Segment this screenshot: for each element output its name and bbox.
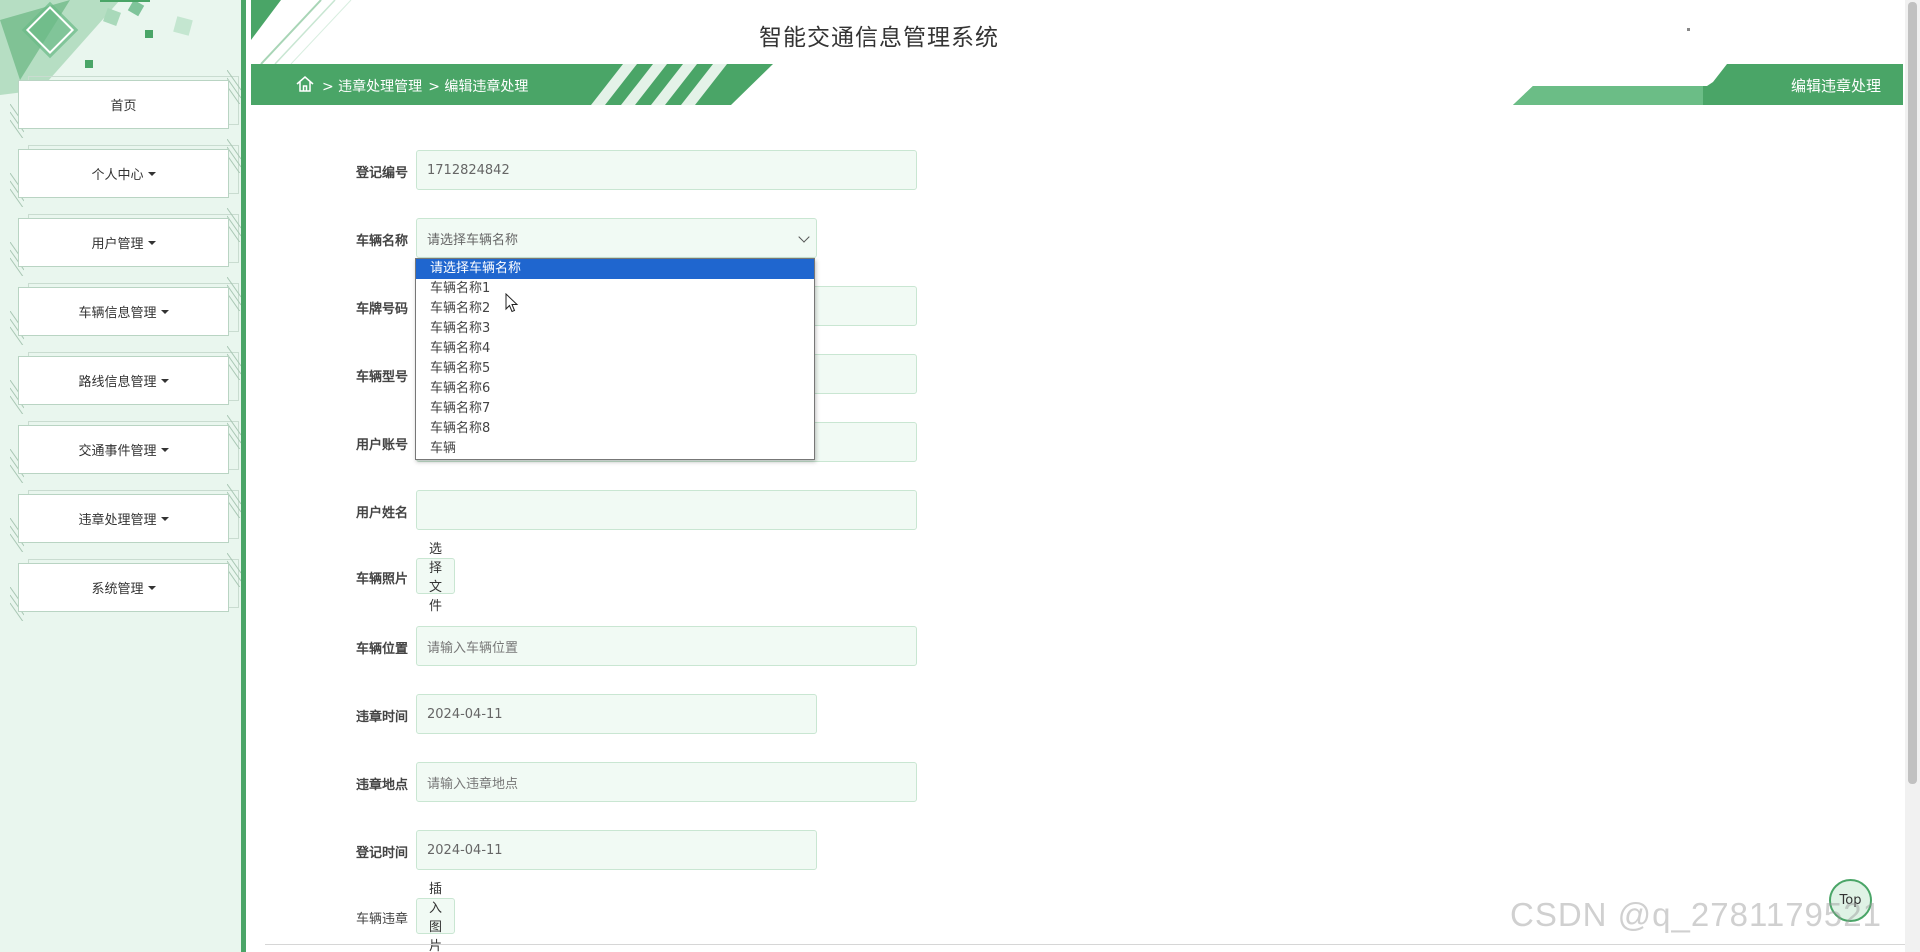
vehicle-location-input[interactable]: 请输入车辆位置	[416, 626, 917, 666]
mouse-cursor-icon	[505, 293, 519, 313]
dropdown-option[interactable]: 车辆名称7	[416, 399, 814, 419]
registration-no-value: 1712824842	[427, 162, 510, 178]
dropdown-option[interactable]: 车辆名称3	[416, 319, 814, 339]
nav-stripe-decoration	[227, 208, 241, 242]
nav-stripe-decoration	[227, 277, 241, 311]
sidebar-item-label: 系统管理	[91, 582, 144, 597]
vehicle-location-label: 车辆位置	[355, 642, 408, 657]
violation-time-label: 违章时间	[355, 710, 408, 725]
nav-stripe-decoration	[227, 70, 241, 104]
dropdown-option[interactable]: 请选择车辆名称	[416, 259, 814, 279]
sidebar-item-violation-management[interactable]: 违章处理管理	[10, 484, 241, 552]
form-bottom-divider	[265, 944, 1905, 952]
top-header: 智能交通信息管理系统	[251, 0, 1920, 64]
plate-no-label: 车牌号码	[355, 302, 408, 317]
watermark: CSDN @q_2781179521	[1510, 896, 1882, 933]
violation-place-label: 违章地点	[355, 778, 408, 793]
violation-place-input[interactable]: 请输入违章地点	[416, 762, 917, 802]
caret-down-icon	[160, 378, 169, 383]
breadcrumb-bar: > 违章处理管理 > 编辑违章处理 编辑违章处理	[251, 64, 1903, 105]
breadcrumb-item-edit-violation: > 编辑违章处理	[428, 79, 529, 95]
caret-down-icon	[160, 447, 169, 452]
sidebar-item-label: 个人中心	[91, 168, 144, 183]
dropdown-option[interactable]: 车辆名称5	[416, 359, 814, 379]
nav-stripe-decoration	[227, 346, 241, 380]
sidebar-item-label: 违章处理管理	[78, 513, 157, 528]
vehicle-name-value: 请选择车辆名称	[427, 232, 519, 248]
sidebar-item-label: 首页	[110, 99, 137, 114]
choose-file-button[interactable]: 选择文件	[416, 542, 456, 614]
page-title: 编辑违章处理	[1790, 77, 1881, 95]
sidebar-item-system-management[interactable]: 系统管理	[10, 553, 241, 621]
registration-time-input[interactable]: 2024-04-11	[416, 830, 817, 870]
scrollbar-thumb[interactable]	[1908, 2, 1917, 784]
registration-time-label: 登记时间	[355, 846, 408, 861]
caret-down-icon	[147, 171, 156, 176]
insert-image-button[interactable]: 插入图片	[416, 882, 456, 952]
vehicle-photo-label: 车辆照片	[355, 572, 408, 587]
vehicle-name-select[interactable]: 请选择车辆名称	[416, 218, 817, 258]
nav-stripe-decoration	[227, 415, 241, 449]
sidebar-item-label: 车辆信息管理	[78, 306, 157, 321]
breadcrumb-item-violation-management[interactable]: > 违章处理管理	[322, 76, 422, 96]
home-icon[interactable]	[295, 74, 315, 94]
nav-stripe-decoration	[227, 139, 241, 173]
sidebar-item-traffic-events[interactable]: 交通事件管理	[10, 415, 241, 483]
sidebar-item-personal-center[interactable]: 个人中心	[10, 139, 241, 207]
sidebar-item-user-management[interactable]: 用户管理	[10, 208, 241, 276]
violation-place-placeholder: 请输入违章地点	[427, 776, 519, 792]
chevron-down-icon	[798, 231, 810, 243]
app-title: 智能交通信息管理系统	[759, 25, 999, 51]
vehicle-model-label: 车辆型号	[355, 370, 408, 385]
sidebar-item-label: 用户管理	[91, 237, 144, 252]
header-decoration	[251, 0, 352, 64]
caret-down-icon	[160, 309, 169, 314]
sidebar-item-route-info[interactable]: 路线信息管理	[10, 346, 241, 414]
dropdown-option[interactable]: 车辆名称6	[416, 379, 814, 399]
violation-time-input[interactable]: 2024-04-11	[416, 694, 817, 734]
caret-down-icon	[147, 585, 156, 590]
vehicle-name-label: 车辆名称	[355, 234, 408, 249]
dropdown-option[interactable]: 车辆名称4	[416, 339, 814, 359]
vehicle-name-dropdown-list: 请选择车辆名称 车辆名称1 车辆名称2 车辆名称3 车辆名称4 车辆名称5 车辆…	[415, 258, 815, 460]
user-name-field[interactable]	[416, 490, 917, 530]
dropdown-option[interactable]: 车辆名称1	[416, 279, 814, 299]
user-name-label: 用户姓名	[355, 506, 408, 521]
violation-time-value: 2024-04-11	[427, 706, 503, 722]
dropdown-option[interactable]: 车辆名称8	[416, 419, 814, 439]
registration-time-value: 2024-04-11	[427, 842, 503, 858]
vehicle-location-placeholder: 请输入车辆位置	[427, 640, 519, 656]
sidebar: 首页 个人中心 用户管理 车辆信息管理 路线信息管理 交通事件管理 违章处理管理…	[0, 0, 246, 952]
sidebar-item-home[interactable]: 首页	[10, 70, 241, 138]
sidebar-item-label: 交通事件管理	[78, 444, 157, 459]
caret-down-icon	[147, 240, 156, 245]
dropdown-option[interactable]: 车辆名称2	[416, 299, 814, 319]
sidebar-item-label: 路线信息管理	[78, 375, 157, 390]
dropdown-option[interactable]: 车辆	[416, 439, 814, 459]
page-scrollbar[interactable]	[1905, 0, 1920, 952]
registration-no-field[interactable]: 1712824842	[416, 150, 917, 190]
registration-no-label: 登记编号	[355, 166, 408, 181]
sidebar-item-vehicle-info[interactable]: 车辆信息管理	[10, 277, 241, 345]
user-account-label: 用户账号	[355, 438, 408, 453]
header-dot	[1687, 28, 1690, 31]
nav-stripe-decoration	[227, 484, 241, 518]
nav-stripe-decoration	[227, 553, 241, 587]
vehicle-violation-label: 车辆违章	[355, 912, 408, 927]
caret-down-icon	[160, 516, 169, 521]
